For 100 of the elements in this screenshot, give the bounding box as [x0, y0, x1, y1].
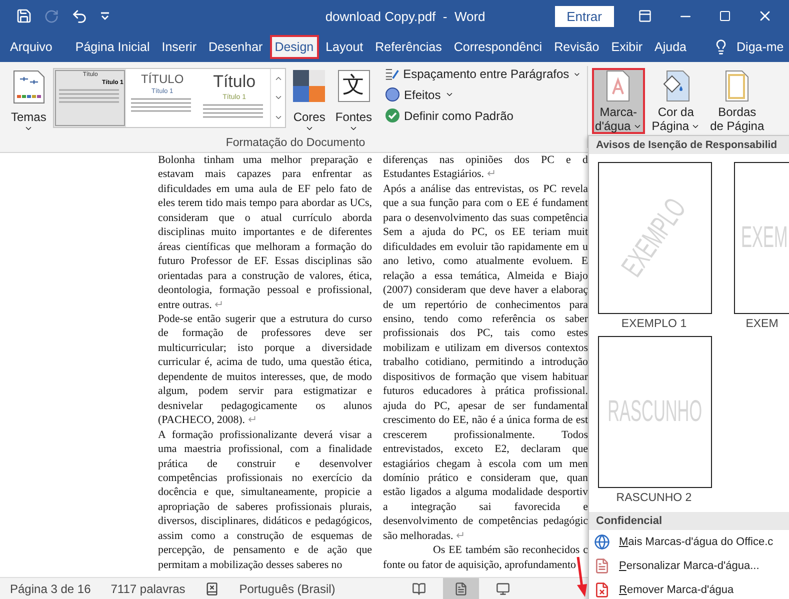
document-text-line: Os EE também são reconhecidos c — [432, 543, 588, 558]
web-layout-icon — [496, 582, 510, 596]
checkmark-icon — [385, 108, 400, 123]
document-text-line: ano letivo, como atualmente evoluem. E — [383, 254, 588, 269]
ribbon-tab[interactable]: Revisão — [549, 35, 604, 59]
ribbon-tab[interactable]: Correspondênci — [448, 35, 548, 59]
document-text-line: estão ligados a alguma modalidade desportiv — [383, 485, 588, 500]
menu-item[interactable]: Remover Marca-d'água — [589, 578, 789, 599]
fonts-button[interactable]: 文 Fontes — [332, 68, 376, 134]
document-text-line: de um repertório de conhecimentos para — [383, 298, 588, 312]
globe-icon — [594, 534, 610, 550]
menu-item[interactable]: Personalizar Marca-d'água... — [589, 554, 789, 578]
colors-button[interactable]: Cores — [290, 68, 328, 134]
document-text-line: são melhoradas. ↵ — [383, 528, 466, 544]
sign-in-button[interactable]: Entrar — [554, 6, 614, 26]
ribbon-tab[interactable]: Página Inicial — [70, 35, 155, 59]
document-text-line: (2007) consideram que deve haver a elaboraç — [383, 283, 588, 298]
document-text-line: trabalho cotidiano, permitindo a introdução — [383, 355, 588, 370]
caret-icon — [24, 124, 34, 133]
paragraph-spacing-icon — [385, 67, 400, 81]
document-text-line: que a sua função para com o EE é fundament — [383, 196, 588, 211]
document-text-line: competências profissionais no exercício da — [158, 470, 372, 486]
document-text-line: crescerem profissionalmente. Todos — [383, 428, 588, 442]
ribbon-tab[interactable]: Arquivo — [5, 35, 58, 59]
effects-icon — [385, 87, 400, 102]
document-text-line: ensino, tendo como referência os saber — [383, 312, 588, 326]
design-option-button[interactable]: Efeitos — [383, 86, 584, 103]
document-text-line: Após a análise das entrevistas, os PC revela — [383, 182, 588, 196]
menu-item[interactable]: Mais Marcas-d'água do Office.c — [589, 530, 789, 554]
document-text-line: Pode-se então sugerir que a estrutura do curso — [158, 312, 372, 326]
document-text-line: orientadas para a construção de valores, ética, — [158, 268, 372, 284]
document-icon — [594, 558, 610, 574]
print-layout-icon — [454, 582, 468, 596]
document-text-line: futuros educadores à prática profissional. — [383, 384, 588, 399]
document-text-line: estagiários chegam à escola com um men — [383, 456, 588, 471]
document-text-line: entre outras. ↵ — [158, 298, 225, 312]
design-option-button[interactable]: Definir como Padrão — [383, 107, 584, 124]
document-text-line: mobilizam e utilizam em diversos contextos — [383, 340, 588, 356]
document-text-line: eles terem tido mais tempo para abordar as UCs, — [158, 196, 372, 211]
document-text-line: para o desenvolvimento das suas competência — [383, 210, 588, 226]
menu-section-header: Confidencial — [589, 512, 789, 530]
design-option-button[interactable]: Espaçamento entre Parágrafos — [383, 66, 584, 82]
document-text-line: áreas científicas que melhoram a formação do — [158, 240, 372, 254]
text-lines-drawing — [201, 103, 266, 121]
color-palette-icon — [293, 70, 326, 102]
page-background-button[interactable]: Cor da Página — [648, 68, 704, 134]
ribbon-display-icon[interactable] — [638, 9, 652, 23]
page-count[interactable]: Página 3 de 16 — [10, 582, 91, 596]
themes-button[interactable]: Temas — [8, 68, 50, 134]
document-text-line: crescimento do EE, não é a única forma de est — [383, 413, 588, 428]
document-text-line: a integração sai favorecida e — [383, 500, 588, 514]
document-text-line: domínio prático e consideram que, quan — [383, 470, 588, 486]
customize-icon[interactable] — [100, 11, 110, 21]
word-count[interactable]: 7117 palavras — [110, 582, 186, 596]
ribbon-tab[interactable]: Referências — [370, 35, 447, 59]
view-button[interactable] — [443, 578, 480, 599]
language-indicator[interactable]: Português (Brasil) — [239, 582, 336, 596]
document-text-line: ajuda do PC, apesar de ser fundamental — [383, 398, 588, 414]
page-border-icon — [723, 70, 752, 102]
page-background-button[interactable]: Marca- d'água — [592, 68, 645, 134]
maximize-icon[interactable] — [719, 10, 731, 22]
document-text-line: profissionais dos PC, tais como estes — [383, 326, 588, 341]
document-text-line: assim como a construção de esquemas de — [158, 528, 372, 544]
page-background-button[interactable]: Bordas de Página — [707, 68, 768, 134]
document-text-line: A formação profissionalizante deverá visar a — [158, 428, 372, 442]
annotation-arrow — [576, 556, 588, 598]
tell-me-button[interactable]: Diga-me — [706, 38, 789, 56]
undo-icon[interactable] — [71, 8, 88, 24]
caret-icon — [304, 124, 314, 133]
window-title: download Copy.pdf - Word — [324, 8, 486, 24]
document-text-line: fonte ou fator de aquisição, aprofundamento — [383, 558, 577, 572]
document-text-line: (PACHECO, 2008). ↵ — [158, 413, 258, 428]
document-text-line: relação a essa temática, Almeida e Biajo — [383, 268, 588, 284]
ribbon-tab[interactable]: Design — [270, 35, 319, 59]
ribbon-tab[interactable]: Inserir — [156, 35, 202, 59]
save-icon[interactable] — [16, 8, 32, 24]
ribbon-tab[interactable]: Exibir — [606, 35, 648, 59]
paint-bucket-page-icon — [660, 70, 691, 102]
watermark-icon — [604, 70, 632, 102]
document-remove-icon — [594, 582, 610, 598]
document-text-line: apropriação de saberes profissionais plurais, — [158, 500, 372, 514]
ribbon-tab[interactable]: Ajuda — [650, 35, 692, 59]
document-text-line: prática de construir e desenvolver — [158, 456, 372, 471]
ribbon-tab[interactable]: Desenhar — [203, 35, 268, 59]
document-text-line: dependente de muitos interesses, que, de modo — [158, 370, 372, 384]
document-text-line: Sem a ajuda do PC, os EE teriam muit — [383, 225, 588, 240]
document-text-line: Bolonha tinham uma melhor preparação e — [158, 153, 372, 168]
document-text-line: uma maestria profissional, com a finalidade — [158, 442, 372, 457]
document-text-line: diferenças nas opiniões dos PC e d — [383, 153, 588, 168]
document-text-line: algum, podem servir para estigmatizar e — [158, 384, 372, 399]
document-text-line: desnivelar pedagogicamente os alunos — [158, 398, 372, 414]
ribbon-tab[interactable]: Layout — [320, 35, 368, 59]
document-text-line: multicurricular; isto porque a diversidade — [158, 340, 372, 356]
text-lines-drawing — [129, 97, 194, 115]
document-text-line: dificuldades em uma aula de EF pelo fato de — [158, 182, 372, 196]
document-text-line: consideram que o atual currículo aborda — [158, 210, 372, 226]
document-text-line: estavam mais capazes para enfrentar as — [158, 167, 372, 182]
document-text-line: disciplinas muito importantes e de diferentes — [158, 225, 372, 240]
proofing-icon[interactable] — [205, 582, 220, 596]
themes-icon — [12, 70, 46, 104]
